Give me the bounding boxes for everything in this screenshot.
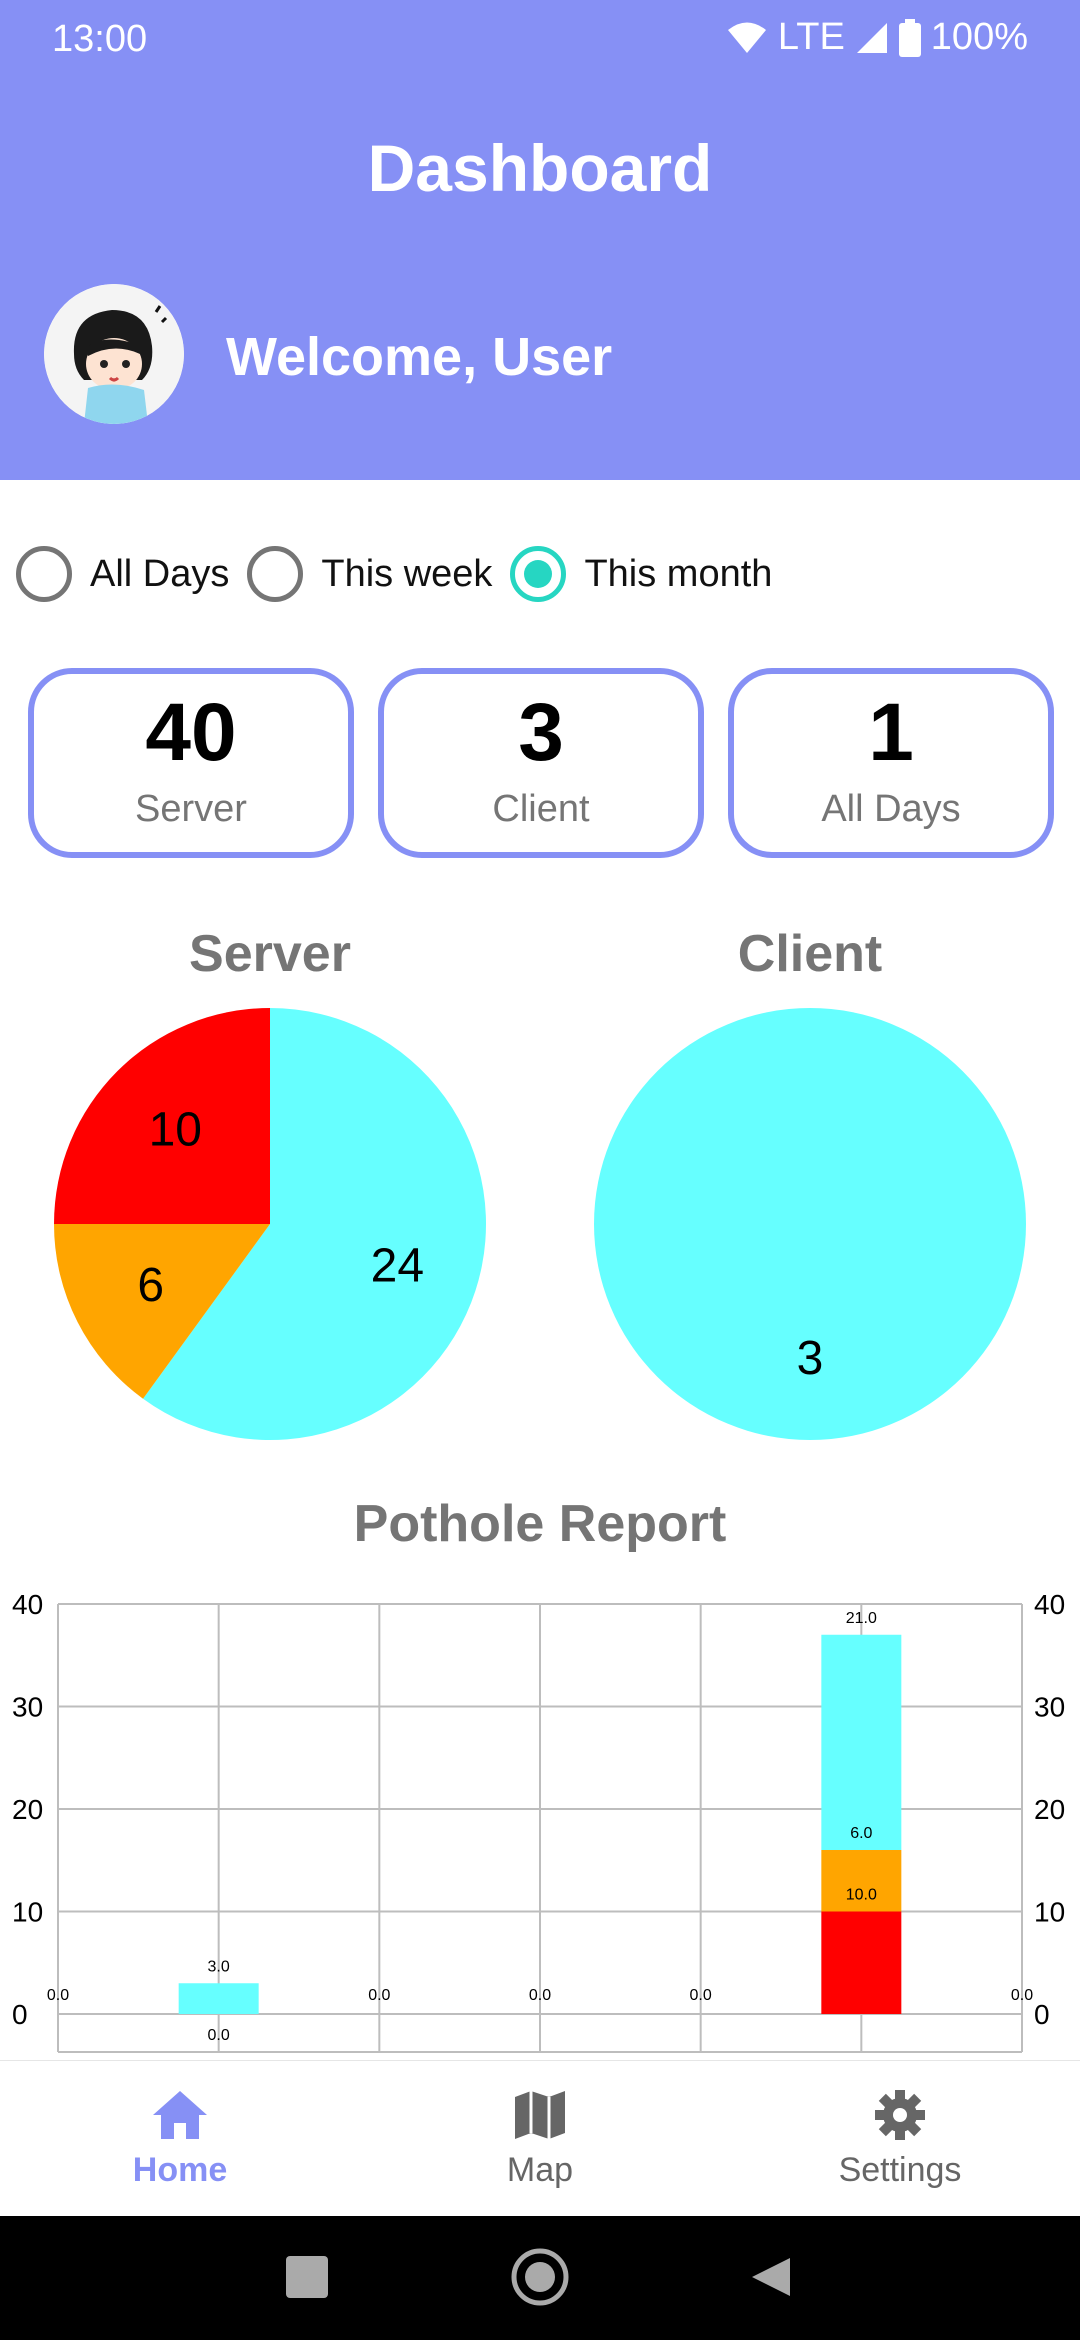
map-icon [515,2091,565,2139]
radio-this-month[interactable] [510,546,567,602]
home-button[interactable] [511,2248,569,2306]
status-indicators: LTE 100% [726,16,1028,59]
y-tick-label-left: 40 [12,1589,43,1620]
bar-segment [821,1911,902,2014]
y-tick-label-right: 30 [1034,1692,1065,1723]
nav-label: Home [132,2151,228,2189]
radio-this-week[interactable] [247,546,304,602]
y-tick-label-right: 10 [1034,1897,1065,1928]
y-tick-label-right: 40 [1034,1589,1065,1620]
bar-value-label: 0.0 [208,2027,230,2044]
home-icon [153,2091,207,2139]
bar-value-label: 10.0 [846,1887,877,1904]
client-pie-title: Client [737,925,883,983]
y-tick-label-left: 20 [12,1794,43,1825]
battery-icon [898,18,921,57]
bar-value-label: 3.0 [208,1958,230,1975]
client-pie-chart: 3 [594,1008,1026,1440]
gear-icon [875,2090,925,2140]
avatar[interactable] [44,284,184,424]
nav-label: Map [506,2151,574,2189]
y-tick-label-left: 30 [12,1692,43,1723]
nav-map[interactable]: Map [360,2061,720,2217]
filter-label: This month [584,552,773,595]
stat-card-server: 40 Server [28,668,354,858]
bar-value-label: 6.0 [850,1825,872,1842]
bar-value-label: 0.0 [690,1987,712,2004]
y-tick-label-left: 10 [12,1897,43,1928]
network-label: LTE [777,16,845,58]
bar-segment [178,1983,259,2014]
y-tick-label-right: 0 [1034,1999,1050,2030]
date-filter-group: All Days This week This month [16,540,790,608]
y-tick-label-right: 20 [1034,1794,1065,1825]
stat-value: 40 [145,687,237,778]
avatar-illustration [44,284,184,424]
filter-all-days[interactable]: All Days [16,546,229,602]
system-navigation-bar [0,2216,1080,2340]
wifi-icon [726,21,768,55]
recents-button[interactable] [286,2256,328,2298]
stat-card-client: 3 Client [378,668,704,858]
y-tick-label-left: 0 [12,1999,28,2030]
pie-slice-label: 3 [797,1332,824,1385]
pothole-bar-chart: 0 0 10 10 20 20 30 30 40 40 0.0 0.0 3.0 0.0 0.0 0.0 10.0… [12,1589,1065,2053]
welcome-text: Welcome, User [226,327,613,387]
app-header: 13:00 LTE 100% Dashboard Welcome, User [0,0,1080,480]
system-nav-buttons [286,2248,790,2306]
filter-this-week[interactable]: This week [247,546,492,602]
bar-value-label: 0.0 [368,1987,390,2004]
bar-segment [821,1634,902,1850]
bar-value-label: 21.0 [846,1610,877,1627]
nav-label: Settings [838,2151,962,2189]
bottom-navigation: Home Map Settings [0,2060,1080,2216]
filter-label: All Days [90,552,230,595]
pie-slice-label: 10 [149,1103,202,1156]
stat-value: 1 [868,687,914,778]
server-pie-chart: 24 6 10 [54,1008,486,1440]
bar-chart-title: Pothole Report [353,1495,727,1553]
bar-value-label: 0.0 [1011,1987,1033,2004]
back-button[interactable] [752,2258,790,2296]
status-time: 13:00 [52,18,148,60]
stat-label: Client [492,788,590,830]
pie-slice-label: 24 [371,1239,424,1292]
nav-settings[interactable]: Settings [720,2061,1080,2217]
status-bar: 13:00 LTE 100% [0,0,1080,80]
stat-card-all-days: 1 All Days [728,668,1054,858]
server-pie-title: Server [189,925,351,983]
filter-label: This week [321,552,493,595]
signal-icon [855,21,889,55]
pie-slice-label: 6 [137,1259,164,1312]
bar-value-label: 0.0 [47,1987,69,2004]
battery-level: 100% [930,16,1028,58]
stat-label: All Days [821,788,961,830]
bar-value-label: 0.0 [529,1987,551,2004]
filter-this-month[interactable]: This month [510,546,772,602]
nav-home[interactable]: Home [0,2061,360,2217]
stat-label: Server [135,788,247,830]
radio-all-days[interactable] [16,546,72,602]
page-title: Dashboard [367,131,713,205]
stat-value: 3 [518,687,564,778]
